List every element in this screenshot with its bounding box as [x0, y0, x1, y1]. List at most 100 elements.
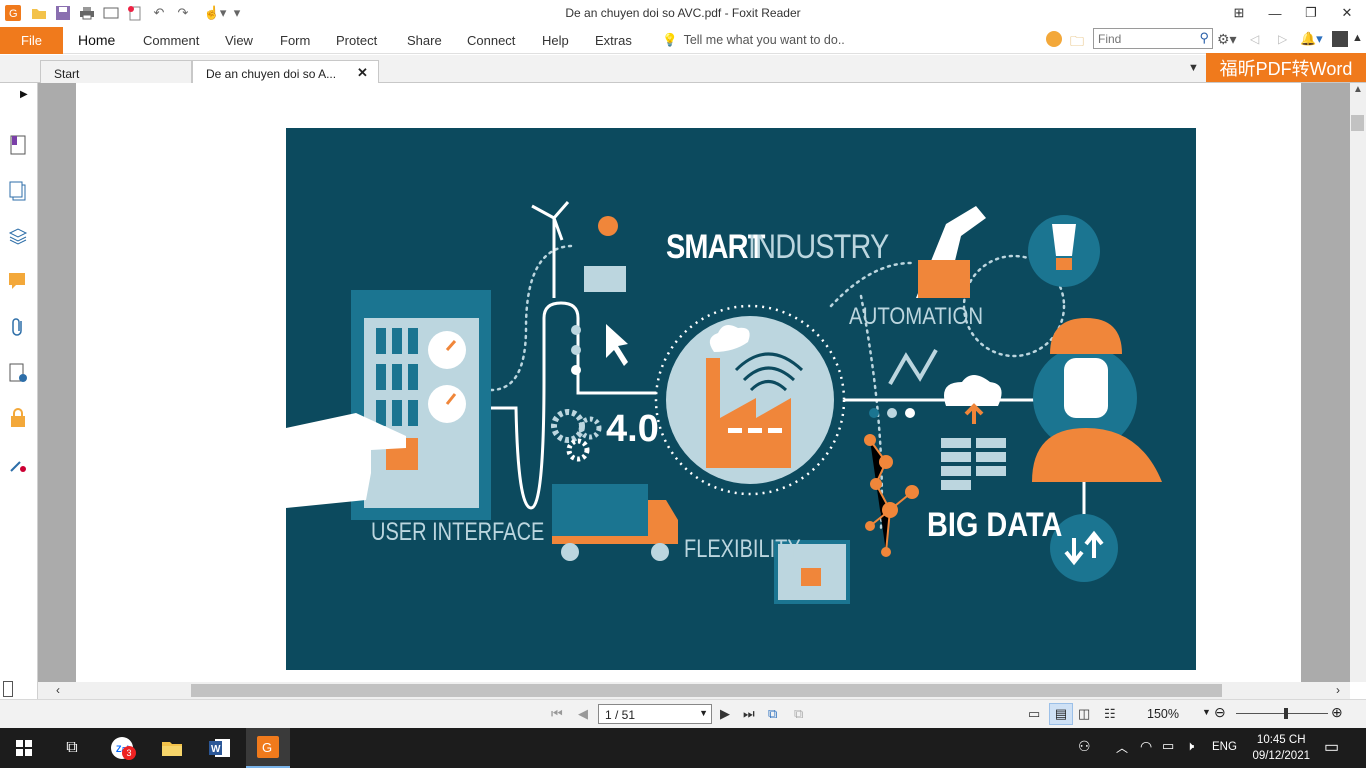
cursor-icon: [606, 324, 628, 366]
menu-connect[interactable]: Connect: [467, 33, 515, 48]
clock-time: 10:45 CH: [1256, 734, 1306, 746]
label-user-interface: USER INTERFACE: [371, 518, 545, 546]
file-explorer-icon[interactable]: [150, 728, 194, 768]
zalo-app-icon[interactable]: Zalo3: [100, 728, 144, 768]
menu-view[interactable]: View: [225, 33, 253, 48]
page-dropdown-icon[interactable]: ▼: [699, 708, 708, 718]
vertical-scrollbar[interactable]: ▲: [1350, 83, 1366, 682]
scroll-up-arrow[interactable]: ▲: [1353, 84, 1363, 95]
zoom-level[interactable]: 150%: [1147, 707, 1179, 721]
infographic-graphic: [286, 201, 1162, 604]
title-industry: INDUSTRY: [748, 228, 889, 266]
show-hidden-icons[interactable]: ︿: [1116, 739, 1128, 756]
next-view-status-icon[interactable]: ⧉: [794, 706, 803, 722]
windows-taskbar: ⧉ Zalo3 W G ⚇ ︿ ◠ ▭ 🕨 ENG 10:45 CH 09/12…: [0, 728, 1366, 768]
people-icon[interactable]: ⚇: [1078, 738, 1091, 755]
previous-view-icon[interactable]: ◁: [1250, 32, 1259, 46]
find-input[interactable]: [1094, 29, 1190, 48]
user-tools-icon[interactable]: [7, 453, 29, 475]
scroll-right-arrow[interactable]: ›: [1336, 683, 1340, 697]
input-language[interactable]: ENG: [1212, 741, 1237, 753]
title-bar: G ↶ ↷ ☝▾ ▾ De an chuyen doi so AVC.pdf -…: [0, 0, 1366, 27]
window-title: De an chuyen doi so AVC.pdf - Foxit Read…: [565, 6, 801, 20]
horizontal-scroll-thumb[interactable]: [191, 684, 1222, 697]
zoom-slider-thumb[interactable]: [1284, 708, 1288, 719]
volume-muted-icon[interactable]: 🕨: [1186, 738, 1194, 754]
first-page-icon[interactable]: ⏮: [551, 706, 563, 722]
pages-panel-icon[interactable]: [7, 180, 29, 202]
zalo-badge: 3: [122, 746, 136, 760]
close-button[interactable]: ✕: [1330, 2, 1364, 24]
next-page-icon[interactable]: ▶: [720, 706, 730, 722]
word-app-icon[interactable]: W: [198, 728, 242, 768]
collapse-ribbon-icon[interactable]: ▲: [1352, 32, 1363, 44]
page-number-field[interactable]: 1 / 51 ▼: [598, 704, 712, 724]
promo-pdf-to-word-button[interactable]: 福昕PDF转Word: [1206, 53, 1366, 82]
panel-resize-handle[interactable]: [3, 681, 13, 697]
battery-icon[interactable]: ▭: [1162, 738, 1174, 754]
signature-panel-icon[interactable]: [7, 362, 29, 384]
search-icon[interactable]: ⚲: [1199, 30, 1209, 46]
comments-panel-icon[interactable]: [7, 270, 29, 292]
search-folder-icon[interactable]: 🗀: [1070, 31, 1084, 55]
truck-body: [552, 484, 648, 540]
account-avatar-icon[interactable]: [1332, 31, 1348, 47]
maximize-button[interactable]: ❐: [1294, 2, 1328, 24]
minimize-button[interactable]: —: [1258, 2, 1292, 24]
tab-close-icon[interactable]: ✕: [357, 65, 368, 81]
label-big-data: BIG DATA: [927, 506, 1063, 544]
tell-me-text: Tell me what you want to do..: [683, 33, 845, 47]
zoom-in-icon[interactable]: ⊕: [1331, 704, 1343, 721]
tab-start[interactable]: Start: [40, 60, 192, 83]
find-field[interactable]: ⚲: [1093, 28, 1213, 49]
menu-comment[interactable]: Comment: [143, 33, 199, 48]
windows-start-icon[interactable]: [2, 728, 46, 768]
previous-page-icon[interactable]: ◀: [578, 706, 588, 722]
settings-gear-icon[interactable]: ⚙▾: [1217, 31, 1237, 48]
menu-extras[interactable]: Extras: [595, 33, 632, 48]
zoom-out-icon[interactable]: ⊖: [1214, 704, 1226, 721]
continuous-page-icon[interactable]: ▤: [1049, 703, 1073, 725]
tab-document-label: De an chuyen doi so A...: [206, 67, 337, 81]
zoom-slider-track[interactable]: [1236, 713, 1328, 714]
menu-form[interactable]: Form: [280, 33, 310, 48]
lightbulb-icon: 💡: [662, 33, 678, 47]
previous-view-status-icon[interactable]: ⧉: [768, 706, 777, 722]
restore-layout-icon[interactable]: ⊞: [1222, 2, 1256, 24]
facing-pages-icon[interactable]: ◫: [1078, 706, 1090, 722]
menu-protect[interactable]: Protect: [336, 33, 377, 48]
layers-panel-icon[interactable]: [7, 225, 29, 247]
bookmark-panel-icon[interactable]: [7, 134, 29, 156]
next-view-icon[interactable]: ▷: [1278, 32, 1287, 46]
tell-me-search[interactable]: 💡 Tell me what you want to do..: [662, 33, 845, 48]
menu-home[interactable]: Home: [78, 32, 115, 48]
vertical-scroll-thumb[interactable]: [1351, 115, 1364, 131]
task-view-icon[interactable]: ⧉: [50, 728, 94, 768]
favorite-icon[interactable]: [1046, 31, 1062, 47]
foxit-reader-taskbar-icon[interactable]: G: [246, 728, 290, 768]
navigation-sidebar: ▶: [0, 83, 38, 703]
scroll-left-arrow[interactable]: ‹: [56, 683, 60, 697]
expand-panel-icon[interactable]: ▶: [20, 89, 28, 100]
menu-share[interactable]: Share: [407, 33, 442, 48]
tab-document[interactable]: De an chuyen doi so A...: [192, 60, 379, 83]
smart-industry-infographic: SMART INDUSTRY AUTOMATION 4.0 USER INTER…: [286, 128, 1196, 670]
tab-start-label: Start: [54, 67, 80, 81]
file-menu-button[interactable]: File: [0, 27, 63, 54]
security-lock-icon[interactable]: [7, 407, 29, 429]
tab-list-dropdown-icon[interactable]: ▼: [1188, 62, 1199, 74]
label-version: 4.0: [606, 408, 659, 450]
notification-center-icon[interactable]: ▭: [1324, 737, 1339, 757]
zoom-dropdown-icon[interactable]: ▼: [1202, 707, 1211, 717]
continuous-facing-icon[interactable]: ☷: [1104, 706, 1116, 722]
menu-help[interactable]: Help: [542, 33, 569, 48]
system-clock[interactable]: 10:45 CH 09/12/2021: [1252, 732, 1310, 764]
notification-bell-icon[interactable]: 🔔▾: [1300, 31, 1323, 47]
wifi-icon[interactable]: ◠: [1140, 738, 1152, 755]
label-automation: AUTOMATION: [849, 303, 984, 330]
single-page-icon[interactable]: ▭: [1028, 706, 1040, 722]
svg-text:G: G: [262, 740, 272, 755]
last-page-icon[interactable]: ⏭: [743, 706, 755, 722]
attachments-panel-icon[interactable]: [7, 316, 29, 338]
horizontal-scrollbar[interactable]: ‹ ›: [38, 682, 1350, 699]
